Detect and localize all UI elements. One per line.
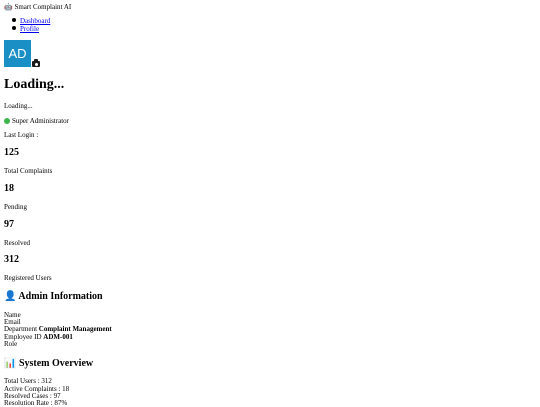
stat-label-pending: Pending <box>4 203 27 211</box>
bar-chart-icon: 📊 <box>4 358 17 369</box>
nav-link-dashboard[interactable]: Dashboard <box>20 17 50 25</box>
bullet <box>12 18 16 22</box>
bullet <box>12 26 16 30</box>
system-overview-heading-text: System Overview <box>18 358 94 369</box>
last-login: Last Login : <box>4 131 39 139</box>
app-brand: 🤖 Smart Complaint AI <box>4 3 71 11</box>
stat-label-users: Registered Users <box>4 274 52 282</box>
admin-info-heading-text: Admin Information <box>18 291 103 302</box>
employee-id-value: ADM-001 <box>43 333 73 341</box>
stat-label-total: Total Complaints <box>4 167 53 175</box>
stat-value-total: 125 <box>4 147 19 158</box>
stat-value-users: 312 <box>4 254 19 265</box>
stat-value-pending: 18 <box>4 183 14 194</box>
overview-total-users: Total Users : 312 <box>4 377 52 385</box>
app-title: Smart Complaint AI <box>14 3 72 11</box>
status-dot-icon <box>4 118 10 124</box>
nav-link-profile[interactable]: Profile <box>20 25 39 33</box>
nav-item-profile: Profile <box>12 25 39 33</box>
user-icon: 👤 <box>4 291 17 302</box>
department-value: Complaint Management <box>38 325 112 333</box>
admin-role-row: Role <box>4 340 18 348</box>
stat-label-resolved: Resolved <box>4 239 31 247</box>
robot-icon: 🤖 <box>4 3 13 11</box>
overview-resolution-rate: Resolution Rate : 87% <box>4 399 68 407</box>
stat-value-resolved: 97 <box>4 219 14 230</box>
avatar[interactable]: AD <box>4 40 31 67</box>
department-label: Department <box>4 325 38 333</box>
profile-name-heading: Loading... <box>4 77 65 92</box>
camera-icon[interactable] <box>32 59 40 67</box>
status-label: Super Administrator <box>12 117 69 125</box>
status-badge: Super Administrator <box>4 117 69 125</box>
profile-subtitle: Loading... <box>4 102 33 110</box>
nav-item-dashboard: Dashboard <box>12 17 50 25</box>
system-overview-heading: 📊 System Overview <box>4 358 93 370</box>
admin-department-row: Department Complaint Management <box>4 325 112 333</box>
admin-info-heading: 👤 Admin Information <box>4 291 103 303</box>
